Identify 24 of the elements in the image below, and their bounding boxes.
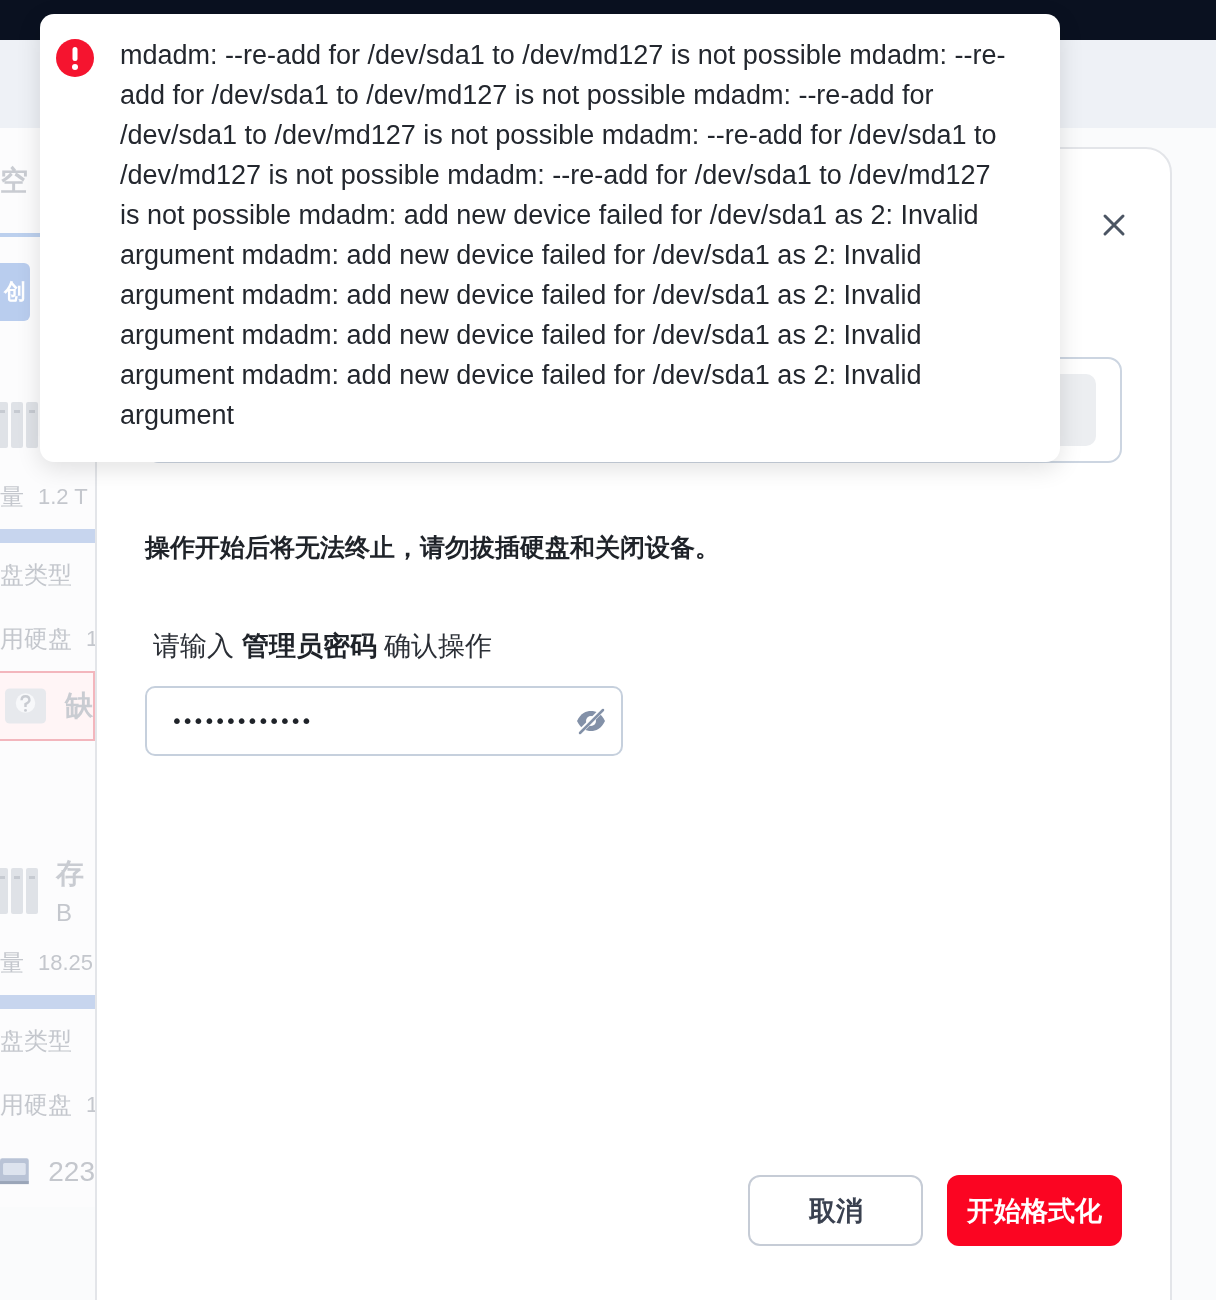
eye-slash-icon[interactable]: [575, 707, 607, 735]
disk-question-icon: [4, 686, 47, 726]
disk-type-label: 盘类型: [0, 560, 72, 590]
password-field[interactable]: •••••••••••••: [145, 686, 623, 756]
capacity-value: 18.25: [38, 950, 94, 976]
tab-underline: [0, 233, 40, 237]
format-button[interactable]: 开始格式化: [947, 1175, 1122, 1246]
password-prompt: 请输入 管理员密码 确认操作: [152, 630, 494, 663]
storage-pool-icon: [0, 400, 40, 450]
disk-size: 223: [48, 1156, 95, 1188]
disk-type-label: 盘类型: [0, 1026, 72, 1056]
close-icon[interactable]: [1102, 213, 1126, 237]
error-message: mdadm: --re-add for /dev/sda1 to /dev/md127 is not possible mdadm: --re-add for /dev/sda1 to /dev/md127 is not possible mdadm: --re-add for /dev/sda1 to /dev/md127 is not possible mdadm: --re-add for /dev/sda1 to /dev/md127 is not possible mdadm: --re-add for /dev/sda1 to /dev/md127 is not possible mdadm: add new device failed for /dev/sda1 as 2: Invalid argument mdadm: add new device failed for /dev/sda1 as 2: Invalid argument mdadm: add new device failed for /dev/sda1 as 2: Invalid argument mdadm: add new device failed for /dev/sda1 as 2: Invalid argument mdadm: add new device failed for /dev/sda1 as 2: Invalid argument: [120, 39, 1007, 432]
capacity-value: 1.2 T: [38, 484, 88, 510]
disks-label: 用硬盘: [0, 624, 72, 654]
capacity-label: 量: [0, 482, 24, 512]
warning-text: 操作开始后将无法终止，请勿拔插硬盘和关闭设备。: [145, 532, 721, 563]
disks-label: 用硬盘: [0, 1090, 72, 1120]
cancel-button[interactable]: 取消: [748, 1175, 923, 1246]
pool-subtitle: B: [56, 899, 73, 927]
capacity-label: 量: [0, 948, 24, 978]
error-icon: [56, 39, 94, 77]
password-value: •••••••••••••: [171, 709, 312, 733]
storage-pool-icon: [0, 866, 40, 916]
